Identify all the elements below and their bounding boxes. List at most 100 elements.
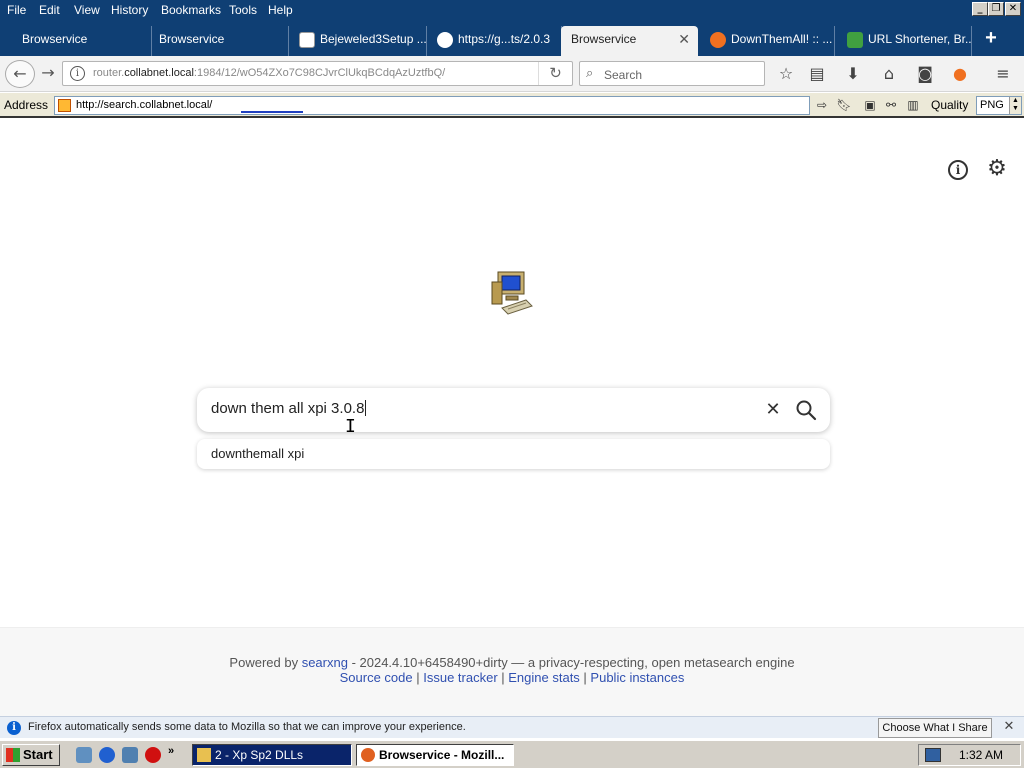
minimize-button[interactable]: _ xyxy=(972,2,988,16)
internet-explorer-icon[interactable] xyxy=(99,747,115,763)
firefox-addon-icon xyxy=(710,31,726,48)
search-box[interactable]: down them all xpi 3.0.8 ✕ xyxy=(197,388,830,432)
navigation-toolbar: ← → i router.collabnet.local:1984/12/wO5… xyxy=(0,56,1024,92)
tab-github[interactable]: https://g...ts/2.0.3 xyxy=(427,26,562,56)
tab-label: DownThemAll! :: ... xyxy=(731,32,833,46)
tab-downthemall[interactable]: DownThemAll! :: ... xyxy=(700,26,835,56)
url-bar[interactable]: i router.collabnet.local:1984/12/wO54ZXo… xyxy=(62,61,573,86)
clipboard-icon[interactable]: ▥ xyxy=(904,97,922,114)
show-desktop-icon[interactable] xyxy=(76,747,92,763)
github-icon xyxy=(437,31,453,48)
suggestion-text: downthemall xpi xyxy=(211,446,305,461)
address-value: http://search.collabnet.local/ xyxy=(76,99,213,111)
url-text: router.collabnet.local:1984/12/wO54ZXo7C… xyxy=(93,67,446,79)
start-button[interactable]: Start xyxy=(2,744,60,766)
autocomplete-suggestion[interactable]: downthemall xpi xyxy=(197,439,830,469)
clock: 1:32 AM xyxy=(959,748,1004,762)
taskbar-item-xp-sp2-dlls[interactable]: 2 - Xp Sp2 DLLs xyxy=(192,744,352,766)
tab-url-shortener[interactable]: URL Shortener, Br... xyxy=(837,26,972,56)
engine-stats-link[interactable]: Engine stats xyxy=(508,670,580,685)
tab-label: Browservice xyxy=(22,32,88,46)
notification-bar: i Firefox automatically sends some data … xyxy=(0,716,1024,738)
network-icon[interactable] xyxy=(122,747,138,763)
search-icon: ⌕ xyxy=(586,66,594,81)
info-icon[interactable]: i xyxy=(948,160,968,180)
forward-button[interactable]: → xyxy=(36,60,60,88)
address-field[interactable]: http://search.collabnet.local/ xyxy=(54,96,810,115)
reading-list-icon[interactable]: ▤ xyxy=(805,62,829,86)
search-query-input[interactable]: down them all xpi 3.0.8 xyxy=(211,400,367,417)
tab-browservice-active[interactable]: Browservice ✕ xyxy=(561,26,698,56)
tab-label: Browservice xyxy=(159,32,225,46)
spinner-icon[interactable]: ▲ ▼ xyxy=(1009,97,1021,114)
search-bar[interactable]: ⌕ Search xyxy=(579,61,765,86)
footer-powered-by: Powered by searxng - 2024.4.10+6458490+d… xyxy=(229,655,795,670)
addon-icon[interactable]: ● xyxy=(948,62,972,86)
address-toolbar: Address http://search.collabnet.local/ ⇨… xyxy=(0,93,1024,118)
pocket-icon[interactable]: ◙ xyxy=(913,62,937,86)
quality-label: Quality xyxy=(931,98,969,112)
network-tray-icon[interactable] xyxy=(925,748,941,762)
page-icon xyxy=(58,99,71,112)
folder-icon xyxy=(197,748,211,762)
tab-browservice-1[interactable]: Browservice xyxy=(12,26,152,56)
menu-history[interactable]: History xyxy=(111,3,148,17)
reload-icon[interactable]: ↻ xyxy=(538,62,572,85)
opera-icon[interactable] xyxy=(145,747,161,763)
source-code-link[interactable]: Source code xyxy=(340,670,413,685)
bookmark-icon[interactable]: 🔖︎ xyxy=(835,97,853,114)
go-arrow-icon[interactable]: ⇨ xyxy=(813,97,831,114)
text-cursor-icon: I xyxy=(345,416,356,437)
settings-gear-icon[interactable]: ⚙ xyxy=(985,158,1009,182)
menu-help[interactable]: Help xyxy=(268,3,293,17)
link-icon xyxy=(847,31,863,48)
building-icon xyxy=(299,31,315,48)
page-footer: Powered by searxng - 2024.4.10+6458490+d… xyxy=(0,627,1024,716)
windows-logo-icon xyxy=(6,748,20,762)
issue-tracker-link[interactable]: Issue tracker xyxy=(423,670,497,685)
quality-value: PNG xyxy=(980,99,1004,111)
download-icon[interactable]: ⬇ xyxy=(841,62,865,86)
tab-label: Browservice xyxy=(571,32,637,46)
footer-links: Source code | Issue tracker | Engine sta… xyxy=(339,670,685,685)
hamburger-menu-icon[interactable]: ≡ xyxy=(991,62,1015,86)
close-notification-icon[interactable]: ✕ xyxy=(1002,720,1016,734)
text-cursor-underline xyxy=(241,111,303,113)
save-icon[interactable]: ▣ xyxy=(861,97,879,114)
tab-bejeweled[interactable]: Bejeweled3Setup ... xyxy=(289,26,427,56)
tab-bar: Browservice Browservice Bejeweled3Setup … xyxy=(0,22,1024,56)
taskbar: Start » 2 - Xp Sp2 DLLs Browservice - Mo… xyxy=(0,740,1024,768)
menu-bar: File Edit View History Bookmarks Tools H… xyxy=(0,0,1024,22)
tab-label: URL Shortener, Br... xyxy=(868,32,972,46)
quality-select[interactable]: PNG ▲ ▼ xyxy=(976,96,1022,115)
find-icon[interactable]: ⚯ xyxy=(882,97,900,114)
tab-label: https://g...ts/2.0.3 xyxy=(458,32,551,46)
taskbar-item-browservice-mozilla[interactable]: Browservice - Mozill... xyxy=(356,744,514,766)
web-page: i ⚙ down them all xpi 3.0.8 ✕ downthemal… xyxy=(0,120,1024,716)
site-info-icon[interactable]: i xyxy=(70,66,85,81)
close-window-button[interactable]: ✕ xyxy=(1005,2,1021,16)
clear-search-icon[interactable]: ✕ xyxy=(762,399,784,421)
restore-button[interactable]: ❐ xyxy=(988,2,1004,16)
public-instances-link[interactable]: Public instances xyxy=(590,670,684,685)
new-tab-button[interactable]: + xyxy=(976,26,1006,52)
menu-bookmarks[interactable]: Bookmarks xyxy=(161,3,221,17)
choose-what-i-share-button[interactable]: Choose What I Share xyxy=(878,718,992,738)
searxng-link[interactable]: searxng xyxy=(302,655,348,670)
more-chevron-icon[interactable]: » xyxy=(168,745,178,761)
tab-browservice-2[interactable]: Browservice xyxy=(149,26,289,56)
info-notification-icon: i xyxy=(7,721,21,735)
search-placeholder: Search xyxy=(604,68,643,82)
notification-text: Firefox automatically sends some data to… xyxy=(28,721,466,733)
tab-label: Bejeweled3Setup ... xyxy=(320,32,427,46)
back-button[interactable]: ← xyxy=(5,60,35,88)
menu-view[interactable]: View xyxy=(74,3,100,17)
menu-file[interactable]: File xyxy=(7,3,26,17)
search-submit-icon[interactable] xyxy=(795,399,817,421)
bookmark-star-icon[interactable]: ☆ xyxy=(774,62,798,86)
home-icon[interactable]: ⌂ xyxy=(877,62,901,86)
menu-edit[interactable]: Edit xyxy=(39,3,60,17)
close-tab-icon[interactable]: ✕ xyxy=(678,26,690,52)
system-tray: 1:32 AM xyxy=(918,744,1021,766)
menu-tools[interactable]: Tools xyxy=(229,3,257,17)
